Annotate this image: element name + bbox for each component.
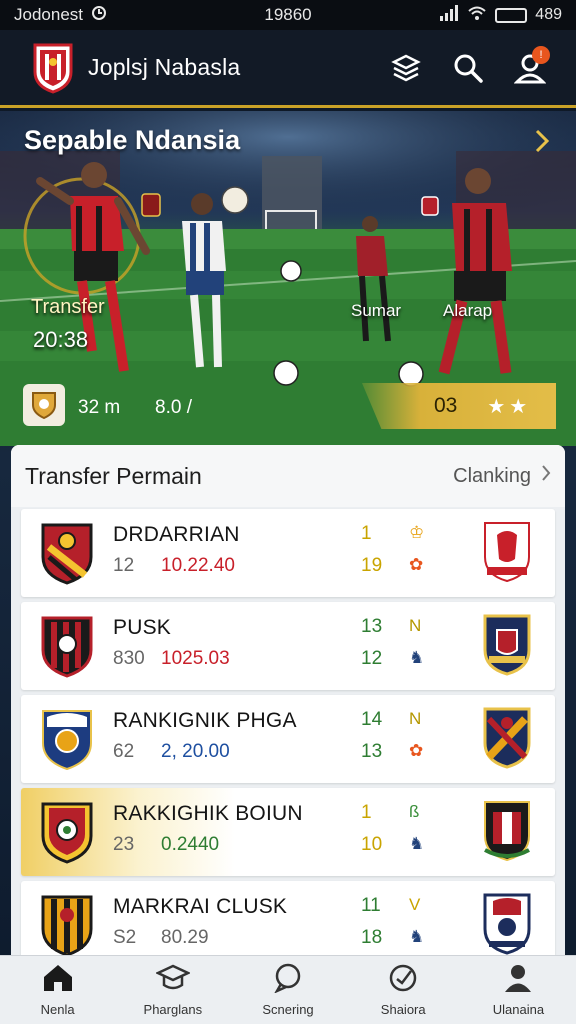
- club-crest-icon: [39, 893, 95, 957]
- status-bar: Jodonest 19860 489: [0, 0, 576, 30]
- club-crest-icon: [39, 521, 95, 585]
- transfer-row[interactable]: MARKRAI CLUSK S2 80.29 11 18 V ♞: [21, 881, 555, 965]
- club-crest-icon: [479, 798, 535, 864]
- flower-icon: ✿: [409, 741, 424, 760]
- rank-icon: ß: [409, 802, 420, 821]
- search-icon[interactable]: [450, 50, 486, 86]
- transfer-row[interactable]: RANKIGNIK PHGA 62 2, 20.00 14 13 N ✿: [21, 695, 555, 783]
- club-name: DRDARRIAN: [113, 523, 240, 546]
- club-crest-icon: [39, 614, 95, 678]
- app-bar-actions: !: [388, 45, 550, 86]
- club-crest-icon: [39, 800, 95, 864]
- stat-top: 11: [361, 895, 381, 916]
- nav-scnering[interactable]: Scnering: [230, 956, 345, 1024]
- club-name: RANKIGNIK PHGA: [113, 709, 297, 732]
- stat-top: 1: [361, 523, 372, 544]
- club-crest-icon[interactable]: [32, 42, 74, 94]
- transfer-row[interactable]: DRDARRIAN 12 10.22.40 1 19 ♔ ✿: [21, 509, 555, 597]
- club-number: S2: [113, 927, 137, 948]
- transfer-row[interactable]: PUSK 830 1025.03 13 12 N ♞: [21, 602, 555, 690]
- transfer-card-title: Transfer Permain: [25, 462, 202, 489]
- transfer-list: DRDARRIAN 12 10.22.40 1 19 ♔ ✿ PUSK 830 …: [21, 509, 555, 965]
- ranking-link[interactable]: Clanking: [453, 464, 551, 488]
- club-crest-icon: [39, 707, 95, 771]
- app-screen: Jodonest 19860 489 Joplsj Nabasla ! Sepa…: [0, 0, 576, 1024]
- stat-top: 1: [361, 802, 372, 823]
- hero-score: 03: [434, 394, 458, 417]
- stat-bottom: 12: [361, 648, 383, 669]
- chat-bubble-icon: [273, 963, 303, 998]
- hero-player-a-label: Sumar: [351, 301, 402, 320]
- club-number: 12: [113, 555, 135, 576]
- rank-icon: N: [409, 616, 422, 635]
- hero-stat-two: 8.0 /: [155, 397, 192, 418]
- transfer-row[interactable]: RAKKIGHIK BOIUN 23 0.2440 1 10 ß ♞: [21, 788, 555, 876]
- stat-top: 13: [361, 616, 383, 637]
- rank-icon: V: [409, 895, 421, 914]
- home-icon: [42, 963, 74, 998]
- nav-pharglans[interactable]: Pharglans: [115, 956, 230, 1024]
- nav-ulanaina[interactable]: Ulanaina: [461, 956, 576, 1024]
- chevron-right-icon: [541, 464, 551, 488]
- nav-home[interactable]: Nenla: [0, 956, 115, 1024]
- club-name: RAKKIGHIK BOIUN: [113, 802, 303, 825]
- user-icon: [503, 963, 533, 998]
- nav-shaiora[interactable]: Shaiora: [346, 956, 461, 1024]
- club-name: PUSK: [113, 616, 171, 639]
- hero-title: Sepable Ndansia: [24, 125, 241, 155]
- club-crest-icon: [479, 705, 535, 771]
- flower-icon: ✿: [409, 555, 424, 574]
- knight-icon: ♞: [409, 648, 425, 667]
- hero-player-b-label: Alarap: [443, 301, 493, 320]
- club-crest-icon: [479, 519, 535, 585]
- transfer-card: Transfer Permain Clanking DRDARRIAN 12 1…: [11, 445, 565, 965]
- club-name: MARKRAI CLUSK: [113, 895, 288, 918]
- nav-pharglans-label: Pharglans: [143, 1002, 203, 1017]
- club-number: 62: [113, 741, 135, 762]
- transfer-card-header: Transfer Permain Clanking: [11, 445, 565, 507]
- ranking-link-label: Clanking: [453, 464, 531, 487]
- battery-icon: [495, 7, 528, 23]
- hero-banner[interactable]: Sepable Ndansia Transfer 20:38 Sumar Ala…: [0, 111, 576, 446]
- nav-home-label: Nenla: [40, 1002, 75, 1017]
- notification-badge: !: [532, 45, 550, 64]
- chevron-right-icon[interactable]: [534, 129, 550, 158]
- knight-icon: ♞: [409, 927, 425, 946]
- hero-transfer-label: Transfer: [31, 296, 105, 318]
- stat-bottom: 18: [361, 927, 383, 948]
- transfer-fee: 0.2440: [161, 834, 220, 855]
- hero-score-banner[interactable]: 03 ★★: [362, 383, 556, 429]
- transfer-fee: 2, 20.00: [161, 741, 230, 762]
- hero-time-label: 20:38: [33, 327, 89, 352]
- star-icon: ★★: [487, 395, 532, 418]
- graduation-cap-icon: [154, 963, 191, 998]
- stat-bottom: 19: [361, 555, 383, 576]
- stat-bottom: 10: [361, 834, 383, 855]
- bottom-nav: Nenla Pharglans Scnering Shaiora Ulanain…: [0, 955, 576, 1024]
- rank-icon: N: [409, 709, 422, 728]
- transfer-fee: 1025.03: [161, 648, 230, 669]
- stat-top: 14: [361, 709, 383, 730]
- club-crest-icon: [479, 612, 535, 678]
- club-number: 23: [113, 834, 135, 855]
- check-circle-icon: [388, 963, 418, 998]
- box-icon[interactable]: [388, 50, 424, 86]
- app-bar: Joplsj Nabasla !: [0, 30, 576, 108]
- transfer-fee: 80.29: [161, 927, 209, 948]
- status-time: 19860: [264, 5, 312, 24]
- club-crest-icon: [479, 891, 535, 957]
- crown-icon: ♔: [409, 523, 425, 542]
- knight-icon: ♞: [409, 834, 425, 853]
- profile-icon[interactable]: !: [512, 45, 550, 86]
- stat-bottom: 13: [361, 741, 383, 762]
- club-number: 830: [113, 648, 145, 669]
- transfer-fee: 10.22.40: [161, 555, 235, 576]
- nav-scnering-label: Scnering: [262, 1002, 314, 1017]
- app-title: Joplsj Nabasla: [88, 54, 241, 80]
- nav-ulanaina-label: Ulanaina: [492, 1002, 545, 1017]
- nav-shaiora-label: Shaiora: [380, 1002, 426, 1017]
- shield-icon: [23, 384, 65, 426]
- hero-stat-one: 32 m: [78, 397, 121, 418]
